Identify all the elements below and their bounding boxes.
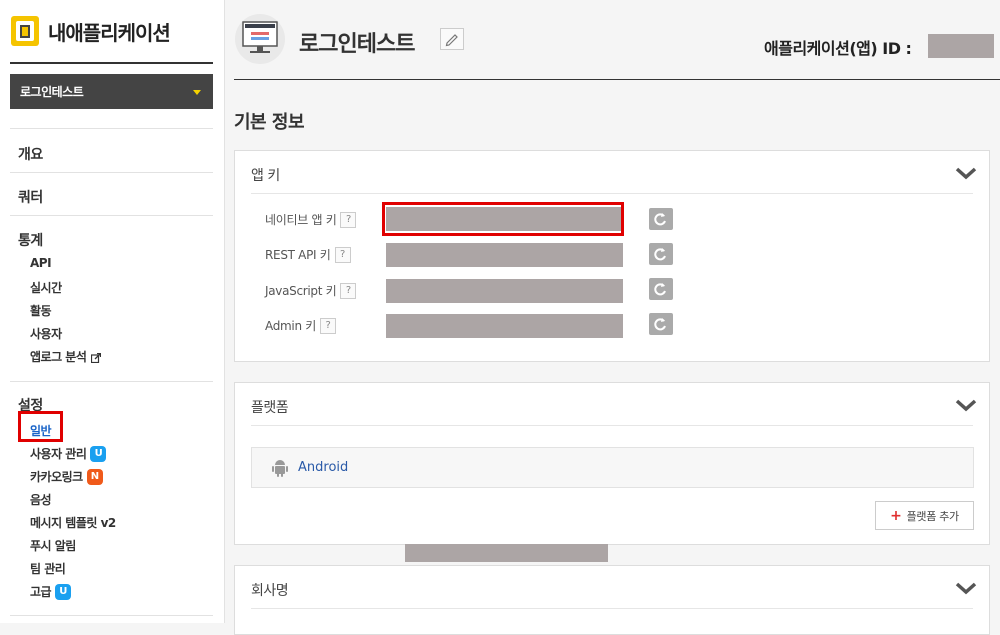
menu-settings-voice[interactable]: 음성 bbox=[30, 491, 52, 508]
add-platform-label: 플랫폼 추가 bbox=[906, 509, 960, 523]
menu-label: 카카오링크 bbox=[30, 470, 83, 484]
divider bbox=[234, 79, 1000, 80]
caret-down-icon bbox=[193, 90, 201, 95]
update-badge: U bbox=[90, 445, 107, 462]
menu-label: 음성 bbox=[30, 493, 52, 507]
menu-label: 사용자 bbox=[30, 327, 62, 341]
menu-stats-activity[interactable]: 활동 bbox=[30, 302, 52, 319]
help-icon[interactable]: ? bbox=[320, 317, 336, 334]
panel-title: 회사명 bbox=[251, 583, 289, 599]
chevron-down-icon[interactable] bbox=[955, 397, 977, 412]
refresh-icon bbox=[654, 213, 666, 226]
menu-label: 활동 bbox=[30, 304, 52, 318]
divider bbox=[10, 615, 213, 616]
native-key-label: 네이티브 앱 키 ? bbox=[265, 211, 357, 228]
app-id-redacted bbox=[928, 34, 994, 58]
menu-label: 실시간 bbox=[30, 281, 62, 295]
menu-label: API bbox=[30, 256, 52, 270]
divider bbox=[10, 381, 213, 382]
menu-stats-realtime[interactable]: 실시간 bbox=[30, 279, 62, 296]
menu-label: 팀 관리 bbox=[30, 562, 66, 576]
plus-icon: + bbox=[890, 507, 902, 524]
menu-label: 앱로그 분석 bbox=[30, 350, 87, 364]
menu-stats-users[interactable]: 사용자 bbox=[30, 325, 62, 342]
javascript-key-label: JavaScript 키 ? bbox=[265, 282, 357, 299]
help-icon[interactable]: ? bbox=[334, 246, 351, 263]
pencil-icon bbox=[445, 34, 458, 47]
android-icon bbox=[270, 458, 290, 478]
chevron-down-icon[interactable] bbox=[955, 580, 977, 595]
divider bbox=[251, 425, 973, 426]
divider bbox=[251, 193, 973, 194]
menu-stats-api[interactable]: API bbox=[30, 256, 52, 270]
section-title: 기본 정보 bbox=[234, 112, 305, 133]
platform-panel: 플랫폼 Android + 플랫폼 추가 bbox=[234, 382, 990, 545]
menu-stats-applog[interactable]: 앱로그 분석 bbox=[30, 348, 102, 365]
company-panel: 회사명 bbox=[234, 565, 990, 635]
app-id-label: 애플리케이션(앱) ID : bbox=[764, 39, 912, 58]
menu-settings-message-template[interactable]: 메시지 템플릿 v2 bbox=[30, 514, 116, 531]
rest-api-key-label: REST API 키 ? bbox=[265, 246, 351, 263]
refresh-icon bbox=[654, 248, 666, 261]
app-selector[interactable]: 로그인테스트 bbox=[10, 74, 213, 109]
app-keys-panel: 앱 키 네이티브 앱 키 ? REST API 키 ? JavaScript 키… bbox=[234, 150, 990, 362]
panel-title: 앱 키 bbox=[251, 168, 280, 184]
key-label-text: REST API 키 bbox=[265, 248, 331, 262]
platform-label[interactable]: Android bbox=[298, 460, 348, 475]
key-label-text: Admin 키 bbox=[265, 319, 316, 333]
menu-label: 푸시 알림 bbox=[30, 539, 76, 553]
brand[interactable]: 내애플리케이션 bbox=[10, 15, 171, 47]
menu-label: 메시지 템플릿 v2 bbox=[30, 516, 116, 530]
redacted-area bbox=[405, 544, 608, 562]
platform-item-android[interactable]: Android bbox=[251, 447, 974, 488]
refresh-key-button[interactable] bbox=[649, 208, 673, 230]
menu-label: 사용자 관리 bbox=[30, 447, 87, 461]
chevron-down-icon[interactable] bbox=[955, 165, 977, 180]
brand-logo-icon bbox=[10, 15, 40, 47]
menu-settings-push[interactable]: 푸시 알림 bbox=[30, 537, 76, 554]
app-icon bbox=[235, 14, 285, 64]
add-platform-button[interactable]: + 플랫폼 추가 bbox=[875, 501, 974, 530]
admin-key-label: Admin 키 ? bbox=[265, 317, 336, 334]
new-badge: N bbox=[86, 468, 103, 485]
menu-label: 고급 bbox=[30, 585, 52, 599]
refresh-key-button[interactable] bbox=[649, 243, 673, 265]
divider bbox=[10, 128, 213, 129]
key-label-text: 네이티브 앱 키 bbox=[265, 213, 337, 227]
divider bbox=[10, 62, 213, 64]
divider bbox=[251, 608, 973, 609]
divider bbox=[10, 172, 213, 173]
javascript-key-value bbox=[386, 279, 623, 303]
page-title: 로그인테스트 bbox=[299, 32, 415, 57]
refresh-key-button[interactable] bbox=[649, 313, 673, 335]
menu-settings-kakaolink[interactable]: 카카오링크 N bbox=[30, 468, 103, 485]
refresh-icon bbox=[654, 318, 666, 331]
rest-api-key-value bbox=[386, 243, 623, 267]
menu-settings-advanced[interactable]: 고급 U bbox=[30, 583, 72, 600]
brand-title: 내애플리케이션 bbox=[48, 20, 171, 45]
edit-name-button[interactable] bbox=[440, 28, 464, 50]
highlight-box bbox=[18, 411, 63, 442]
menu-stats[interactable]: 통계 bbox=[18, 230, 43, 250]
update-badge: U bbox=[55, 583, 72, 600]
menu-settings-team[interactable]: 팀 관리 bbox=[30, 560, 66, 577]
refresh-icon bbox=[654, 283, 666, 296]
divider bbox=[10, 215, 213, 216]
main-content: 로그인테스트 애플리케이션(앱) ID : 기본 정보 앱 키 네이티브 앱 키… bbox=[224, 0, 1000, 635]
menu-settings-user-management[interactable]: 사용자 관리 U bbox=[30, 445, 107, 462]
key-label-text: JavaScript 키 bbox=[265, 284, 337, 298]
menu-overview[interactable]: 개요 bbox=[18, 144, 43, 164]
help-icon[interactable]: ? bbox=[340, 282, 357, 299]
admin-key-value bbox=[386, 314, 623, 338]
help-icon[interactable]: ? bbox=[340, 211, 357, 228]
highlight-box bbox=[382, 202, 624, 236]
refresh-key-button[interactable] bbox=[649, 278, 673, 300]
panel-title: 플랫폼 bbox=[251, 400, 289, 416]
menu-quota[interactable]: 쿼터 bbox=[18, 187, 43, 207]
sidebar: 내애플리케이션 로그인테스트 개요 쿼터 통계 API 실시간 활동 사용자 앱… bbox=[0, 0, 225, 623]
external-link-icon bbox=[91, 352, 102, 363]
app-selector-label: 로그인테스트 bbox=[20, 85, 84, 99]
